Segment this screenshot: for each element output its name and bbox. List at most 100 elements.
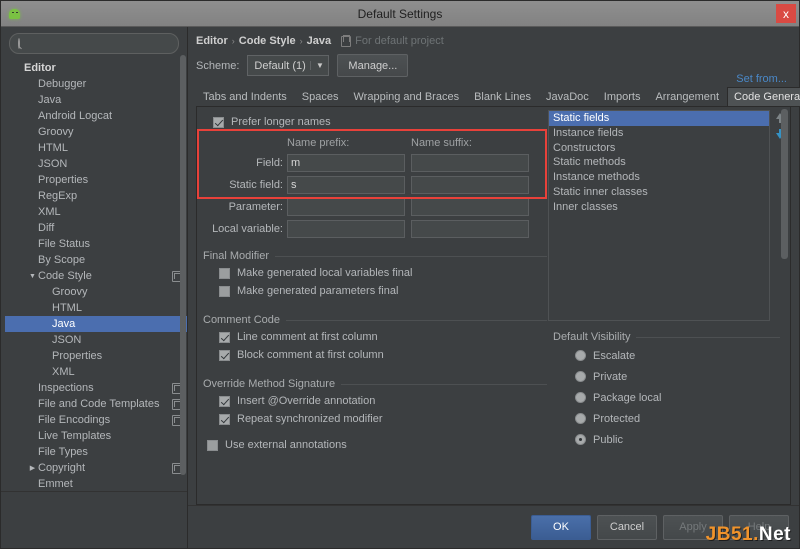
final-modifier-checkbox[interactable] (219, 267, 230, 279)
default-visibility-option-row[interactable]: Protected (575, 408, 780, 429)
sidebar-item-by-scope[interactable]: By Scope (5, 252, 187, 268)
breadcrumb-item-code-style[interactable]: Code Style (239, 35, 296, 47)
default-visibility-radio[interactable] (575, 350, 586, 361)
sidebar-item-code-style[interactable]: ▼ Code Style (5, 268, 187, 284)
members-order-item[interactable]: Static fields (549, 111, 769, 126)
default-visibility-option-row[interactable]: Private (575, 366, 780, 387)
sidebar-item-properties[interactable]: Properties (5, 172, 187, 188)
tab-tabs-and-indents[interactable]: Tabs and Indents (196, 87, 294, 106)
sidebar-item-properties[interactable]: Properties (5, 348, 187, 364)
override-method-checkbox[interactable] (219, 395, 230, 407)
sidebar-item-groovy[interactable]: Groovy (5, 284, 187, 300)
members-order-item[interactable]: Instance fields (549, 126, 769, 141)
sidebar-item-regexp[interactable]: RegExp (5, 188, 187, 204)
sidebar-item-diff[interactable]: Diff (5, 220, 187, 236)
chevron-down-icon[interactable]: ▼ (27, 273, 38, 280)
manage-button[interactable]: Manage... (337, 54, 409, 77)
settings-tree[interactable]: Editor Debugger Java Android Logcat Groovy HT… (5, 58, 187, 491)
search-input[interactable] (24, 36, 170, 51)
comment-code-option-row[interactable]: Block comment at first column (219, 346, 547, 364)
cancel-button[interactable]: Cancel (597, 514, 657, 540)
tab-arrangement[interactable]: Arrangement (648, 87, 727, 106)
set-from-link[interactable]: Set from... (736, 73, 787, 85)
default-visibility-radio[interactable] (575, 434, 586, 445)
members-order-item[interactable]: Inner classes (549, 200, 769, 215)
final-modifier-checkbox[interactable] (219, 285, 230, 297)
name-prefix-input[interactable] (287, 198, 405, 216)
sidebar-item-emmet[interactable]: Emmet (5, 476, 187, 491)
override-method-option-row[interactable]: Repeat synchronized modifier (219, 410, 547, 428)
sidebar-item-file-encodings[interactable]: File Encodings (5, 412, 187, 428)
sidebar-item-editor[interactable]: Editor (5, 60, 187, 76)
members-order-list[interactable]: Static fields Instance fields Constructors… (548, 110, 770, 321)
sidebar-item-file-and-code-templates[interactable]: File and Code Templates (5, 396, 187, 412)
name-suffix-input[interactable] (411, 154, 529, 172)
sidebar-item-xml[interactable]: XML (5, 204, 187, 220)
prefer-longer-names-checkbox[interactable] (213, 116, 224, 128)
close-icon[interactable]: x (776, 4, 796, 23)
chevron-right-icon[interactable]: ▶ (27, 464, 38, 472)
name-prefix-input[interactable] (287, 154, 405, 172)
sidebar-item-java[interactable]: Java (5, 92, 187, 108)
default-visibility-radio[interactable] (575, 413, 586, 424)
default-visibility-option-row[interactable]: Escalate (575, 345, 780, 366)
name-prefix-input[interactable] (287, 220, 405, 238)
tab-imports[interactable]: Imports (596, 87, 648, 106)
sidebar-item-inspections[interactable]: Inspections (5, 380, 187, 396)
comment-code-option-row[interactable]: Line comment at first column (219, 328, 547, 346)
sidebar-item-android-logcat[interactable]: Android Logcat (5, 108, 187, 124)
breadcrumb-item-editor[interactable]: Editor (196, 35, 228, 47)
name-prefix-input[interactable] (287, 176, 405, 194)
override-method-checkbox[interactable] (219, 413, 230, 425)
sidebar-scrollbar-thumb[interactable] (180, 55, 186, 475)
sidebar-item-json[interactable]: JSON (5, 332, 187, 348)
tab-code-generation[interactable]: Code Generation (727, 87, 800, 106)
comment-code-checkbox[interactable] (219, 349, 230, 361)
final-modifier-option-row[interactable]: Make generated parameters final (219, 282, 547, 300)
sidebar-item-label: RegExp (38, 190, 78, 202)
default-visibility-option-row[interactable]: Public (575, 429, 780, 450)
sidebar-item-file-types[interactable]: File Types (5, 444, 187, 460)
default-visibility-radio[interactable] (575, 371, 586, 382)
sidebar-item-live-templates[interactable]: Live Templates (5, 428, 187, 444)
naming-row: Static field: (203, 174, 547, 196)
sidebar-item-groovy[interactable]: Groovy (5, 124, 187, 140)
members-order-item[interactable]: Constructors (549, 141, 769, 156)
members-list-scrollbar-thumb[interactable] (781, 109, 788, 259)
members-order-item[interactable]: Static methods (549, 155, 769, 170)
members-order-item[interactable]: Static inner classes (549, 185, 769, 200)
members-order-item[interactable]: Instance methods (549, 170, 769, 185)
sidebar-item-html[interactable]: HTML (5, 300, 187, 316)
breadcrumb-item-java[interactable]: Java (307, 35, 331, 47)
sidebar-item-debugger[interactable]: Debugger (5, 76, 187, 92)
default-visibility-option-row[interactable]: Package local (575, 387, 780, 408)
chevron-down-icon[interactable]: ▼ (310, 61, 328, 70)
tab-wrapping-and-braces[interactable]: Wrapping and Braces (346, 87, 467, 106)
ok-button[interactable]: OK (531, 514, 591, 540)
help-button[interactable]: Help (729, 514, 789, 540)
scheme-select[interactable]: Default (1) ▼ (247, 55, 330, 76)
sidebar-scrollbar[interactable] (180, 55, 186, 490)
default-visibility-radio[interactable] (575, 392, 586, 403)
sidebar-item-java[interactable]: Java (5, 316, 187, 332)
final-modifier-option-row[interactable]: Make generated local variables final (219, 264, 547, 282)
name-suffix-input[interactable] (411, 176, 529, 194)
sidebar-item-copyright[interactable]: ▶ Copyright (5, 460, 187, 476)
members-list-scrollbar[interactable] (781, 109, 788, 502)
apply-button[interactable]: Apply (663, 514, 723, 540)
prefer-longer-names-row[interactable]: Prefer longer names (203, 113, 547, 131)
comment-code-checkbox[interactable] (219, 331, 230, 343)
sidebar-item-xml[interactable]: XML (5, 364, 187, 380)
sidebar-item-json[interactable]: JSON (5, 156, 187, 172)
sidebar-item-file-status[interactable]: File Status (5, 236, 187, 252)
name-suffix-input[interactable] (411, 220, 529, 238)
search-box[interactable] (9, 33, 179, 54)
name-suffix-input[interactable] (411, 198, 529, 216)
use-external-annotations-checkbox[interactable] (207, 439, 218, 451)
use-external-annotations-row[interactable]: Use external annotations (203, 436, 547, 454)
tab-javadoc[interactable]: JavaDoc (538, 87, 596, 106)
override-method-option-row[interactable]: Insert @Override annotation (219, 392, 547, 410)
tab-spaces[interactable]: Spaces (294, 87, 346, 106)
sidebar-item-html[interactable]: HTML (5, 140, 187, 156)
tab-blank-lines[interactable]: Blank Lines (467, 87, 538, 106)
